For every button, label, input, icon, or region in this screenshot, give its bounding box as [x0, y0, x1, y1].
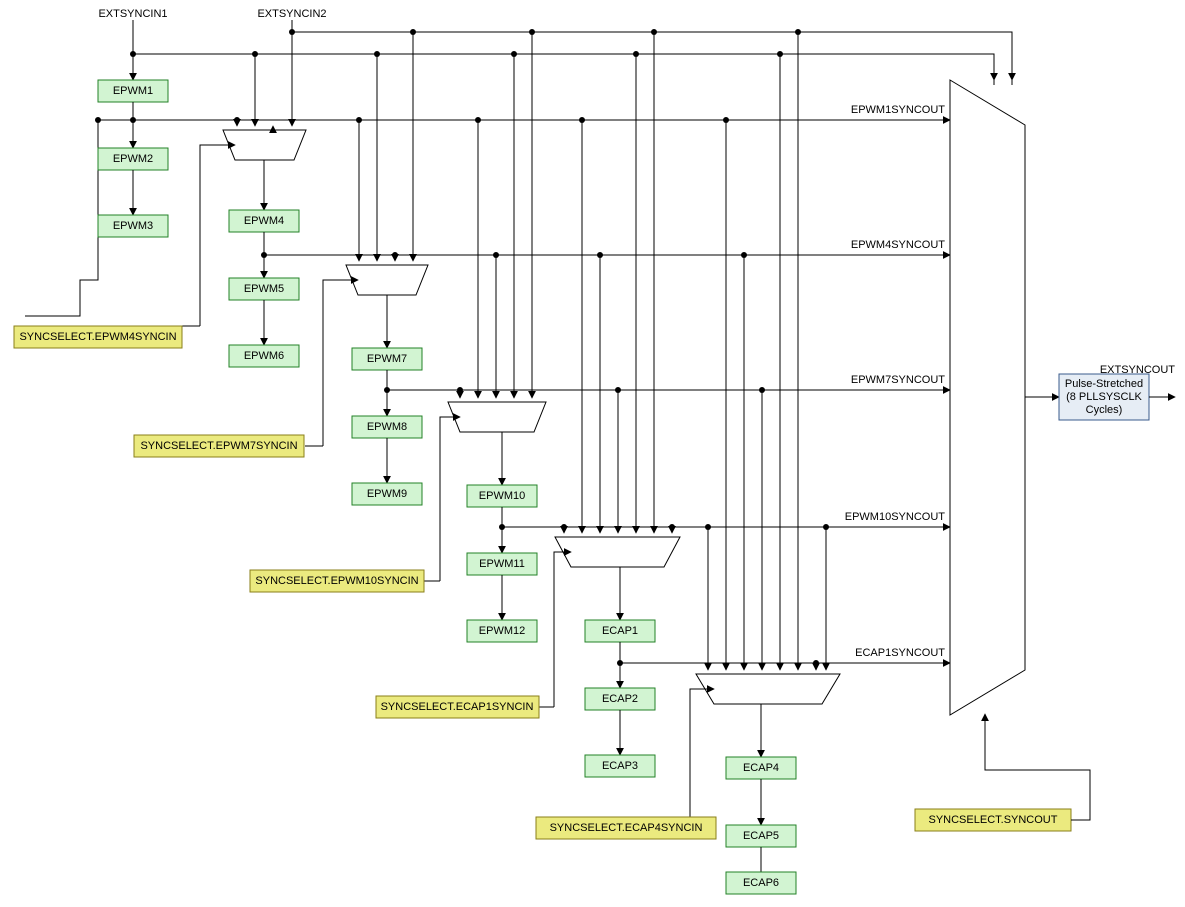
- wire: [292, 20, 1012, 80]
- wire: [133, 54, 994, 80]
- wire: [985, 714, 1090, 820]
- epwm11-text: EPWM11: [479, 558, 525, 570]
- epwm4-text: EPWM4: [244, 215, 284, 227]
- pulse-l3: Cycles): [1086, 404, 1123, 416]
- selSyncout-text: SYNCSELECT.SYNCOUT: [929, 814, 1058, 826]
- mux-ecap4: [696, 674, 840, 704]
- epwm6-text: EPWM6: [244, 350, 284, 362]
- epwm12-text: EPWM12: [479, 625, 525, 637]
- epwm9-text: EPWM9: [367, 488, 407, 500]
- pulse-l2: (8 PLLSYSCLK: [1066, 391, 1142, 403]
- ecap5-text: ECAP5: [743, 830, 779, 842]
- selEcap4-text: SYNCSELECT.ECAP4SYNCIN: [550, 822, 703, 834]
- epwm1syncout-label: EPWM1SYNCOUT: [851, 104, 945, 116]
- epwm3-text: EPWM3: [113, 220, 153, 232]
- extsyncout-label: EXTSYNCOUT: [1100, 364, 1175, 376]
- sel4-text: SYNCSELECT.EPWM4SYNCIN: [19, 331, 176, 343]
- mux-ecap1: [555, 537, 680, 567]
- epwm7-text: EPWM7: [367, 353, 407, 365]
- ecap2-text: ECAP2: [602, 693, 638, 705]
- ecap3-text: ECAP3: [602, 760, 638, 772]
- ecap1syncout-label: ECAP1SYNCOUT: [855, 647, 945, 659]
- wire: [200, 145, 235, 180]
- ecap1-text: ECAP1: [602, 625, 638, 637]
- epwm10-text: EPWM10: [479, 490, 525, 502]
- selEcap1-text: SYNCSELECT.ECAP1SYNCIN: [381, 701, 534, 713]
- sel10-text: SYNCSELECT.EPWM10SYNCIN: [255, 575, 418, 587]
- pulse-l1: Pulse-Stretched: [1065, 378, 1143, 390]
- syncout-mux: [950, 80, 1025, 715]
- epwm7syncout-label: EPWM7SYNCOUT: [851, 374, 945, 386]
- ecap4-text: ECAP4: [743, 762, 779, 774]
- wire: [323, 280, 358, 315]
- extsyncin1-label: EXTSYNCIN1: [98, 8, 167, 20]
- extsyncin2-label: EXTSYNCIN2: [257, 8, 326, 20]
- sel7-text: SYNCSELECT.EPWM7SYNCIN: [140, 440, 297, 452]
- epwm2-text: EPWM2: [113, 153, 153, 165]
- mux-epwm7: [346, 265, 428, 295]
- epwm10syncout-label: EPWM10SYNCOUT: [845, 511, 946, 523]
- epwm1-text: EPWM1: [113, 85, 153, 97]
- mux-epwm10: [448, 402, 546, 432]
- epwm5-text: EPWM5: [244, 283, 284, 295]
- epwm8-text: EPWM8: [367, 421, 407, 433]
- epwm4syncout-label: EPWM4SYNCOUT: [851, 239, 945, 251]
- ecap6-text: ECAP6: [743, 877, 779, 889]
- mux-epwm4: [223, 130, 306, 160]
